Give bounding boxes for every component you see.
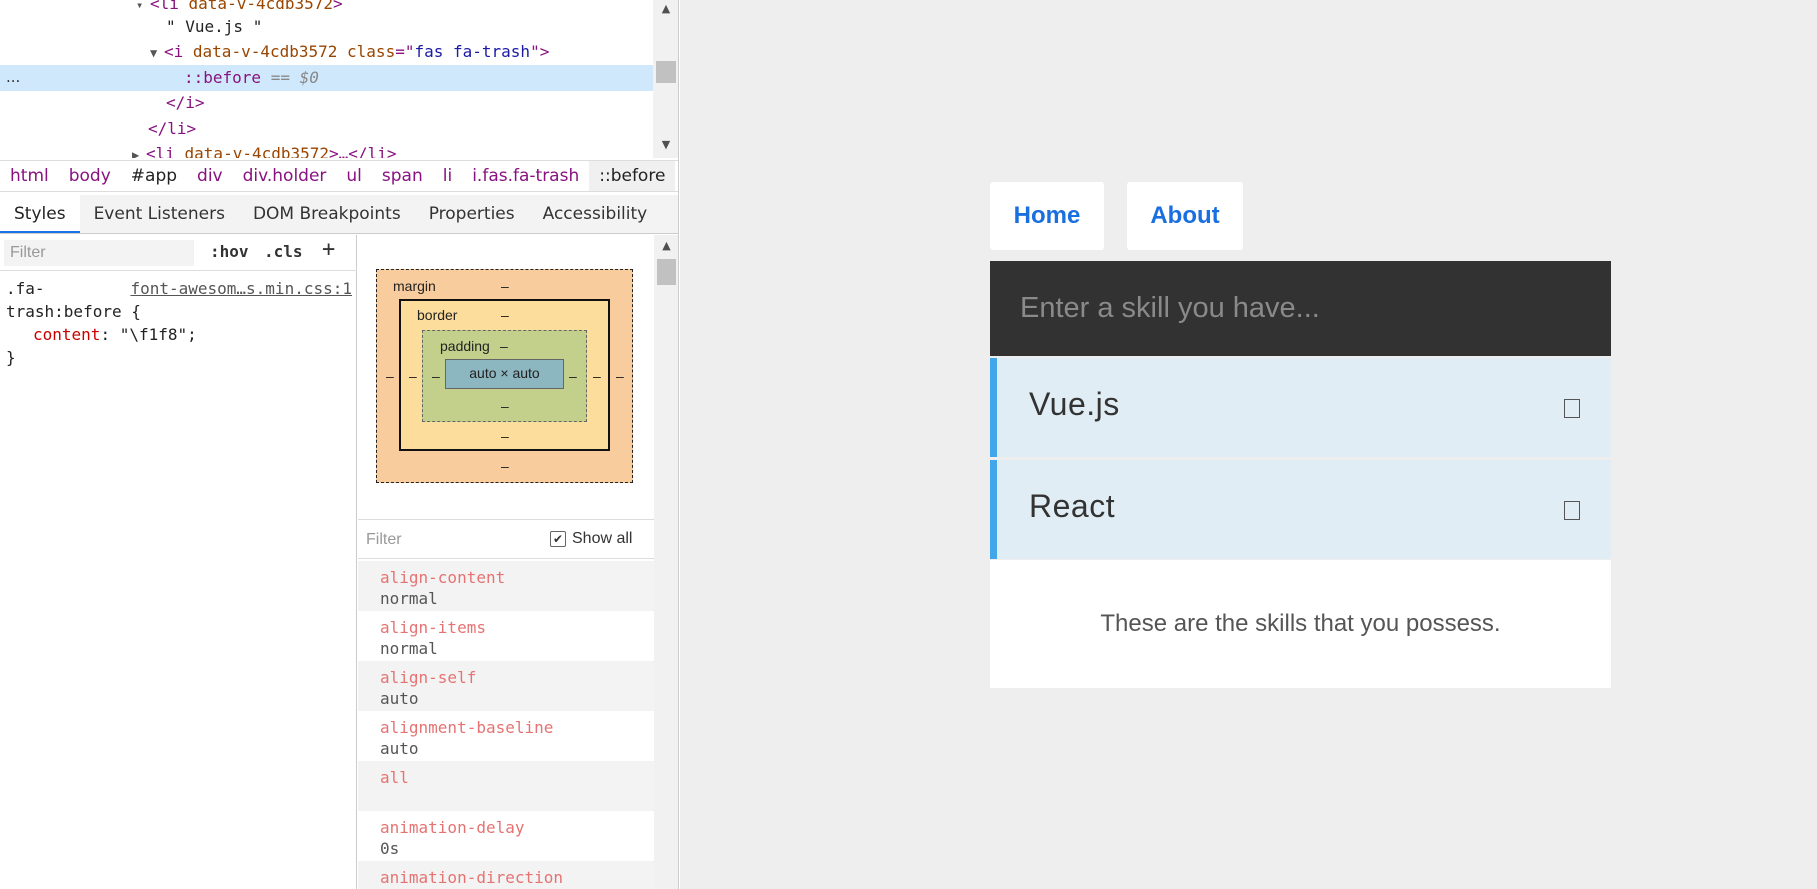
- computed-property-row[interactable]: animation-direction: [358, 861, 654, 889]
- border-top-value[interactable]: –: [501, 307, 509, 323]
- scroll-down-icon[interactable]: ▼: [653, 138, 678, 151]
- scroll-thumb[interactable]: [657, 259, 676, 285]
- tree-node-li-close[interactable]: </li>: [0, 116, 653, 142]
- page-viewport: Home About Vue.js React These are the sk…: [680, 0, 1817, 889]
- padding-bottom-value[interactable]: –: [501, 398, 509, 414]
- tab-styles[interactable]: Styles: [0, 195, 80, 233]
- styles-pane: :hov .cls + font-awesom…s.min.css:1 .fa-…: [0, 235, 357, 889]
- breadcrumb: html body #app div div.holder ul span li…: [0, 160, 678, 192]
- trash-icon[interactable]: [1564, 399, 1580, 418]
- computed-property-row[interactable]: align-content normal: [358, 561, 654, 611]
- skill-item: React: [990, 460, 1611, 559]
- expand-arrow-icon[interactable]: ▼: [150, 41, 164, 67]
- elements-tree: ▾ <li data-v-4cdb3572> " Vue.js " ▼ <i dat…: [0, 0, 653, 158]
- scroll-up-icon[interactable]: ▲: [653, 2, 678, 15]
- rule-source-link[interactable]: font-awesom…s.min.css:1: [130, 277, 352, 300]
- computed-property-row[interactable]: alignment-baseline auto: [358, 711, 654, 761]
- tab-dom-breakpoints[interactable]: DOM Breakpoints: [239, 195, 415, 233]
- padding-left-value[interactable]: –: [432, 368, 440, 384]
- border-left-value[interactable]: –: [409, 368, 417, 384]
- tree-node-text[interactable]: " Vue.js ": [0, 14, 653, 40]
- crumb-li[interactable]: li: [433, 161, 462, 191]
- tree-node-i-close[interactable]: </i>: [0, 90, 653, 116]
- crumb-div-holder[interactable]: div.holder: [233, 161, 337, 191]
- padding-label: padding: [440, 338, 490, 354]
- tree-node-before-selected[interactable]: ... ::before == $0: [0, 65, 653, 91]
- rule-declaration[interactable]: content: "\f1f8";: [6, 323, 354, 346]
- computed-property-row[interactable]: align-self auto: [358, 661, 654, 711]
- computed-property-row[interactable]: align-items normal: [358, 611, 654, 661]
- skill-input[interactable]: [990, 261, 1611, 356]
- tab-properties[interactable]: Properties: [415, 195, 529, 233]
- crumb-html[interactable]: html: [0, 161, 59, 191]
- elements-scrollbar[interactable]: ▲ ▼: [653, 0, 678, 158]
- skills-footer-text: These are the skills that you possess.: [990, 560, 1611, 688]
- skill-item: Vue.js: [990, 358, 1611, 457]
- box-model-content[interactable]: auto × auto: [445, 359, 564, 389]
- show-all-label: Show all: [572, 530, 633, 547]
- margin-bottom-value[interactable]: –: [501, 458, 509, 474]
- padding-top-value[interactable]: –: [500, 338, 508, 354]
- computed-scrollbar[interactable]: ▲: [654, 235, 678, 889]
- crumb-span[interactable]: span: [372, 161, 433, 191]
- computed-property-row[interactable]: animation-delay 0s: [358, 811, 654, 861]
- computed-pane: auto × auto margin – border – padding – …: [358, 235, 654, 889]
- margin-top-value[interactable]: –: [501, 278, 509, 294]
- scroll-up-icon[interactable]: ▲: [654, 239, 678, 252]
- skill-label: React: [1029, 488, 1116, 524]
- rule-selector-line2: trash:before {: [6, 302, 141, 321]
- nav-about-link[interactable]: About: [1127, 182, 1243, 250]
- checkbox-checked-icon[interactable]: ✔: [550, 531, 566, 547]
- rule-close-brace: }: [6, 348, 16, 367]
- tree-node-li-collapsed[interactable]: ▶ <li data-v-4cdb3572>…</li>: [0, 141, 653, 158]
- crumb-ul[interactable]: ul: [336, 161, 372, 191]
- more-dots-icon[interactable]: ...: [6, 65, 20, 91]
- scroll-thumb[interactable]: [656, 61, 676, 83]
- crumb-body[interactable]: body: [59, 161, 121, 191]
- devtools-panel: ▾ <li data-v-4cdb3572> " Vue.js " ▼ <i dat…: [0, 0, 679, 889]
- border-label: border: [417, 307, 458, 323]
- expand-arrow-icon[interactable]: ▶: [132, 143, 146, 158]
- margin-right-value[interactable]: –: [616, 368, 624, 384]
- border-bottom-value[interactable]: –: [501, 428, 509, 444]
- css-rule: font-awesom…s.min.css:1 .fa- trash:befor…: [6, 277, 354, 369]
- border-right-value[interactable]: –: [593, 368, 601, 384]
- tree-node-i[interactable]: ▼ <i data-v-4cdb3572 class="fas fa-trash"…: [0, 39, 653, 65]
- margin-left-value[interactable]: –: [386, 368, 394, 384]
- show-all-toggle[interactable]: ✔ Show all: [550, 530, 632, 548]
- tab-accessibility[interactable]: Accessibility: [529, 195, 662, 233]
- computed-property-row[interactable]: all: [358, 761, 654, 811]
- nav-home-link[interactable]: Home: [990, 182, 1104, 250]
- computed-filterbar: ✔ Show all: [358, 519, 654, 559]
- crumb-div[interactable]: div: [187, 161, 233, 191]
- tab-event-listeners[interactable]: Event Listeners: [80, 195, 239, 233]
- computed-properties-list: align-content normal align-items normal …: [358, 561, 654, 889]
- crumb-app[interactable]: #app: [121, 161, 187, 191]
- margin-label: margin: [393, 278, 436, 294]
- skill-label: Vue.js: [1029, 386, 1120, 422]
- crumb-i[interactable]: i.fas.fa-trash: [462, 161, 589, 191]
- devtools-subtabs: Styles Event Listeners DOM Breakpoints P…: [0, 195, 678, 234]
- styles-toolbar: :hov .cls +: [0, 235, 357, 271]
- hov-button[interactable]: :hov: [210, 242, 249, 261]
- styles-filter-input[interactable]: [4, 240, 194, 266]
- new-rule-button[interactable]: +: [322, 237, 335, 262]
- trash-icon[interactable]: [1564, 501, 1580, 520]
- computed-filter-input[interactable]: [366, 528, 526, 552]
- crumb-before[interactable]: ::before: [589, 161, 676, 191]
- padding-right-value[interactable]: –: [569, 368, 577, 384]
- cls-button[interactable]: .cls: [264, 242, 303, 261]
